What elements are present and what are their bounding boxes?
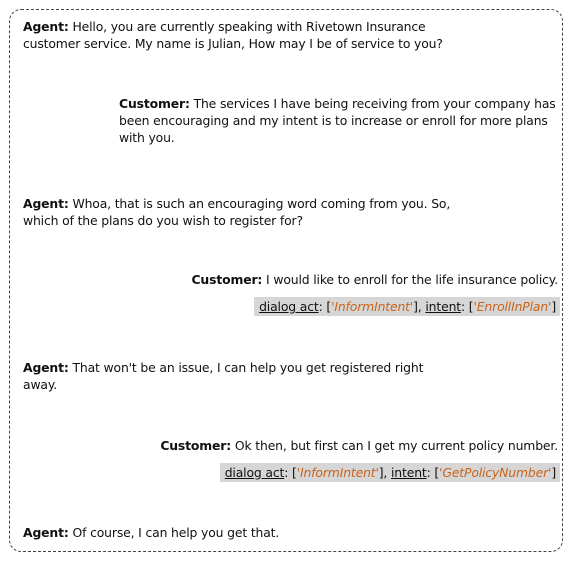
- intent-value: 'GetPolicyNumber': [439, 465, 552, 480]
- intent-label: intent: [391, 465, 427, 480]
- dialog-act-label: dialog act: [224, 465, 285, 480]
- speaker-label: Customer:: [191, 272, 263, 287]
- message-text: Ok then, but first can I get my current …: [234, 438, 558, 453]
- speaker-label: Agent:: [23, 525, 69, 540]
- speaker-label: Agent:: [23, 196, 69, 211]
- dialog-act-value: 'InformIntent': [296, 465, 379, 480]
- message-text: I would like to enroll for the life insu…: [266, 272, 558, 287]
- speaker-label: Customer:: [119, 96, 190, 111]
- message-text: Hello, you are currently speaking with R…: [23, 19, 443, 51]
- speaker-label: Agent:: [23, 360, 69, 375]
- dialog-act-label: dialog act: [259, 299, 319, 314]
- speaker-label: Agent:: [23, 19, 69, 34]
- agent-message-3: Agent: That won't be an issue, I can hel…: [23, 359, 453, 393]
- agent-message-1: Agent: Hello, you are currently speaking…: [23, 18, 463, 52]
- message-text: Of course, I can help you get that.: [72, 525, 280, 540]
- speaker-label: Customer:: [160, 438, 232, 453]
- intent-value: 'EnrollInPlan': [473, 299, 552, 314]
- customer-message-3: Customer: Ok then, but first can I get m…: [118, 437, 558, 454]
- agent-message-2: Agent: Whoa, that is such an encouraging…: [23, 195, 478, 229]
- message-text: Whoa, that is such an encouraging word c…: [23, 196, 451, 228]
- dialog-act-value: 'InformIntent': [331, 299, 414, 314]
- customer-message-2: Customer: I would like to enroll for the…: [138, 271, 558, 288]
- customer-message-1: Customer: The services I have being rece…: [119, 95, 559, 146]
- message-text: That won't be an issue, I can help you g…: [23, 360, 424, 392]
- intent-annotation-2: dialog act: ['InformIntent'], intent: ['…: [219, 463, 560, 482]
- intent-annotation-1: dialog act: ['InformIntent'], intent: ['…: [254, 297, 560, 316]
- intent-label: intent: [425, 299, 461, 314]
- agent-message-4: Agent: Of course, I can help you get tha…: [23, 524, 453, 541]
